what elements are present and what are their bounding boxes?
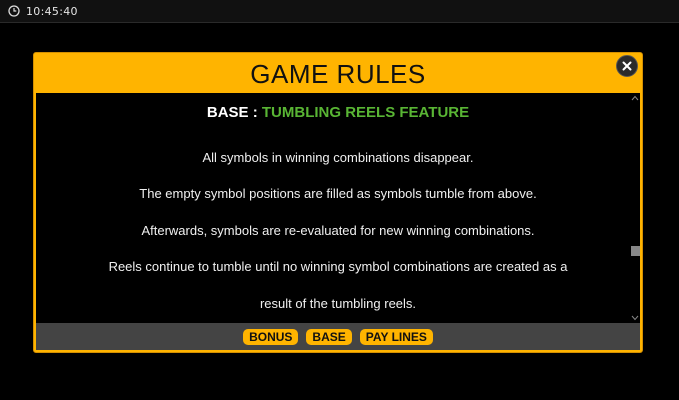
scrollbar[interactable] — [630, 93, 640, 323]
close-icon — [622, 61, 632, 71]
chevron-up-icon[interactable] — [630, 93, 640, 103]
dialog-title: GAME RULES — [250, 59, 426, 89]
tab-bonus[interactable]: BONUS — [243, 328, 299, 345]
section-title: TUMBLING REELS FEATURE — [261, 104, 470, 121]
rule-line: Reels continue to tumble until no winnin… — [108, 259, 568, 274]
rule-line: All symbols in winning combinations disa… — [202, 150, 474, 165]
clock-time: 10:45:40 — [26, 4, 78, 18]
rule-line: result of the tumbling reels. — [259, 296, 417, 311]
status-bar: 10:45:40 — [0, 0, 679, 23]
dialog-header: GAME RULES — [34, 53, 642, 93]
clock-icon — [8, 5, 20, 17]
tab-pay-lines[interactable]: PAY LINES — [359, 328, 433, 345]
game-rules-dialog: GAME RULES BASE : TUMBLING REELS FEATURE… — [33, 52, 643, 353]
rule-line: The empty symbol positions are filled as… — [139, 186, 537, 201]
section-heading: BASE : TUMBLING REELS FEATURE — [36, 104, 640, 121]
close-button[interactable] — [616, 55, 638, 77]
chevron-down-icon[interactable] — [630, 313, 640, 323]
tab-base[interactable]: BASE — [306, 328, 352, 345]
section-prefix: BASE : — [206, 104, 258, 121]
rule-line: Afterwards, symbols are re-evaluated for… — [141, 223, 535, 238]
tab-bar: BONUS BASE PAY LINES — [36, 323, 640, 350]
scroll-thumb[interactable] — [631, 246, 640, 256]
rules-content[interactable]: BASE : TUMBLING REELS FEATURE All symbol… — [36, 93, 640, 323]
